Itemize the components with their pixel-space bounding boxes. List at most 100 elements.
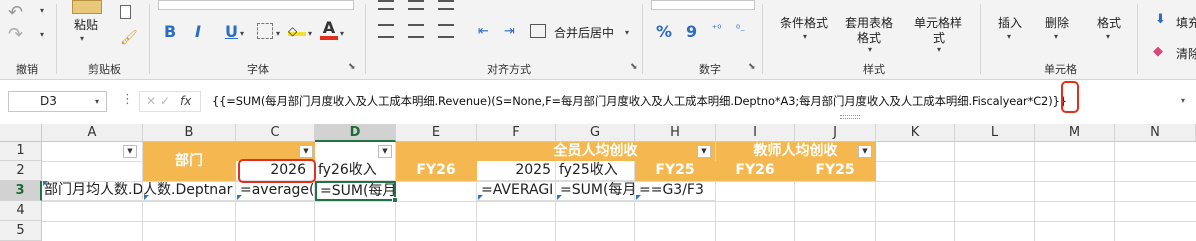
fill-color-dropdown-icon[interactable]: ▾ bbox=[308, 29, 312, 38]
undo-dropdown-icon[interactable]: ▾ bbox=[40, 6, 44, 15]
cell-b1-merged[interactable]: 部门 bbox=[143, 142, 236, 181]
number-launcher-icon[interactable]: ⬊ bbox=[748, 62, 756, 72]
cell-i1-merged[interactable]: 教师人均创收 bbox=[716, 142, 876, 161]
insert-button[interactable]: 插入 bbox=[998, 14, 1022, 31]
border-icon[interactable] bbox=[257, 23, 273, 39]
col-header-b[interactable]: B bbox=[143, 124, 236, 142]
col-header-a[interactable]: A bbox=[42, 124, 143, 142]
paste-dropdown-icon[interactable]: ▾ bbox=[80, 34, 84, 43]
merge-dropdown-icon[interactable]: ▾ bbox=[625, 28, 629, 37]
border-dropdown-icon[interactable]: ▾ bbox=[276, 29, 280, 38]
fill-button[interactable]: 填充 bbox=[1176, 14, 1196, 31]
underline-dropdown-icon[interactable]: ▾ bbox=[240, 29, 244, 38]
filter-dropdown-icon-d[interactable]: ▼ bbox=[378, 145, 392, 158]
insert-function-icon[interactable]: fx bbox=[180, 92, 191, 111]
col-header-c[interactable]: C bbox=[236, 124, 315, 142]
cell-a3[interactable]: 部门月均人数.D bbox=[42, 181, 143, 201]
row-header-2[interactable]: 2 bbox=[0, 161, 42, 181]
font-color-icon[interactable]: A bbox=[320, 20, 338, 40]
alignment-launcher-icon[interactable]: ⬊ bbox=[630, 62, 638, 72]
cell-d2[interactable]: fy26收入 bbox=[315, 161, 396, 181]
cell-i2[interactable]: FY26 bbox=[716, 161, 795, 181]
bold-icon[interactable]: B bbox=[164, 22, 176, 41]
row-header-4[interactable]: 4 bbox=[0, 201, 42, 221]
font-color-dropdown-icon[interactable]: ▾ bbox=[340, 29, 344, 38]
cell-c3[interactable]: =average( bbox=[236, 181, 315, 201]
decrease-decimal-icon[interactable]: ⁰₋ bbox=[736, 24, 745, 35]
conditional-format-dropdown-icon[interactable]: ▾ bbox=[803, 32, 807, 41]
expand-formula-icon[interactable]: ▾ bbox=[1181, 96, 1185, 105]
row-header-3[interactable]: 3 bbox=[0, 181, 42, 201]
row-header-5[interactable]: 5 bbox=[0, 221, 42, 241]
align-bottom-icon[interactable] bbox=[438, 0, 454, 10]
percent-icon[interactable]: % bbox=[656, 22, 672, 41]
align-right-icon[interactable] bbox=[438, 24, 454, 38]
col-header-m[interactable]: M bbox=[1035, 124, 1115, 142]
col-header-n[interactable]: N bbox=[1115, 124, 1196, 142]
fill-color-icon[interactable]: ◇ bbox=[288, 24, 306, 38]
filter-dropdown-icon-c[interactable]: ▼ bbox=[299, 145, 313, 158]
redo-dropdown-icon[interactable]: ▾ bbox=[40, 30, 44, 39]
format-dropdown-icon[interactable]: ▾ bbox=[1106, 32, 1110, 41]
align-middle-icon[interactable] bbox=[408, 0, 424, 10]
cell-d3-active[interactable]: =SUM(每月 bbox=[315, 181, 396, 201]
format-button[interactable]: 格式 bbox=[1097, 14, 1121, 31]
clear-icon[interactable]: ◆ bbox=[1153, 44, 1163, 59]
resize-handle-icon[interactable] bbox=[840, 115, 860, 119]
cell-e1[interactable] bbox=[396, 142, 477, 161]
decrease-indent-icon[interactable]: ⇤ bbox=[478, 24, 489, 39]
cell-h3[interactable]: ==G3/F3 bbox=[635, 181, 716, 201]
name-box-dropdown-icon[interactable]: ▾ bbox=[95, 97, 99, 106]
cell-f1-merged[interactable]: 全员人均创收 bbox=[477, 142, 715, 161]
cell-g3[interactable]: =SUM(每月 bbox=[556, 181, 635, 201]
filter-dropdown-icon-a[interactable]: ▼ bbox=[123, 145, 137, 158]
fill-icon[interactable]: ⬇ bbox=[1155, 12, 1166, 27]
cell-b3[interactable]: 人数.Deptnar bbox=[143, 181, 236, 201]
italic-icon[interactable]: I bbox=[195, 22, 201, 41]
increase-indent-icon[interactable]: ⇥ bbox=[504, 24, 515, 39]
cell-j2[interactable]: FY25 bbox=[795, 161, 876, 181]
col-header-g[interactable]: G bbox=[556, 124, 635, 142]
cancel-icon[interactable]: ✕ bbox=[146, 92, 156, 111]
cell-g2[interactable]: fy25收入 bbox=[556, 161, 635, 181]
underline-icon[interactable]: U bbox=[225, 22, 238, 41]
paste-icon[interactable] bbox=[72, 0, 102, 14]
cell-style-button-line2[interactable]: 式 bbox=[933, 29, 945, 46]
delete-dropdown-icon[interactable]: ▾ bbox=[1054, 32, 1058, 41]
filter-dropdown-icon-h[interactable]: ▼ bbox=[697, 145, 711, 158]
align-center-icon[interactable] bbox=[408, 24, 424, 38]
redo-icon[interactable]: ↷ bbox=[8, 24, 23, 45]
insert-dropdown-icon[interactable]: ▾ bbox=[1007, 32, 1011, 41]
col-header-j[interactable]: J bbox=[795, 124, 876, 142]
align-left-icon[interactable] bbox=[378, 24, 394, 38]
more-options-icon[interactable]: ⋮ bbox=[121, 92, 134, 107]
merge-center-icon[interactable] bbox=[530, 24, 546, 38]
row-header-1[interactable]: 1 bbox=[0, 142, 42, 161]
delete-button[interactable]: 删除 bbox=[1045, 14, 1069, 31]
col-header-h[interactable]: H bbox=[635, 124, 716, 142]
clear-button[interactable]: 清除 bbox=[1176, 45, 1196, 62]
cell-f3[interactable]: =AVERAGI bbox=[477, 181, 556, 201]
col-header-f[interactable]: F bbox=[477, 124, 556, 142]
undo-icon[interactable]: ↶ bbox=[8, 2, 23, 23]
format-painter-icon[interactable]: 🖌 bbox=[120, 30, 138, 46]
enter-icon[interactable]: ✓ bbox=[160, 92, 170, 111]
fill-handle[interactable] bbox=[392, 197, 398, 203]
filter-dropdown-icon-j[interactable]: ▼ bbox=[858, 145, 872, 158]
font-name-select[interactable] bbox=[158, 0, 354, 10]
col-header-i[interactable]: I bbox=[716, 124, 795, 142]
increase-decimal-icon[interactable]: ⁺⁰ bbox=[712, 24, 721, 35]
col-header-d[interactable]: D bbox=[315, 124, 396, 142]
name-box[interactable]: D3 bbox=[8, 91, 107, 112]
comma-style-icon[interactable]: 9 bbox=[686, 22, 697, 41]
copy-icon[interactable] bbox=[120, 5, 131, 19]
cell-e2[interactable]: FY26 bbox=[396, 161, 477, 181]
cell-f2[interactable]: 2025 bbox=[477, 161, 556, 181]
number-format-select[interactable] bbox=[651, 0, 755, 10]
paste-button-label[interactable]: 粘贴 bbox=[74, 16, 98, 33]
formula-input[interactable]: {{=SUM(每月部门月度收入及人工成本明细.Revenue)(S=None,F… bbox=[212, 92, 1067, 110]
font-launcher-icon[interactable]: ⬊ bbox=[348, 62, 356, 72]
table-format-dropdown-icon[interactable]: ▾ bbox=[868, 45, 872, 54]
align-top-icon[interactable] bbox=[378, 0, 394, 10]
col-header-k[interactable]: K bbox=[876, 124, 955, 142]
